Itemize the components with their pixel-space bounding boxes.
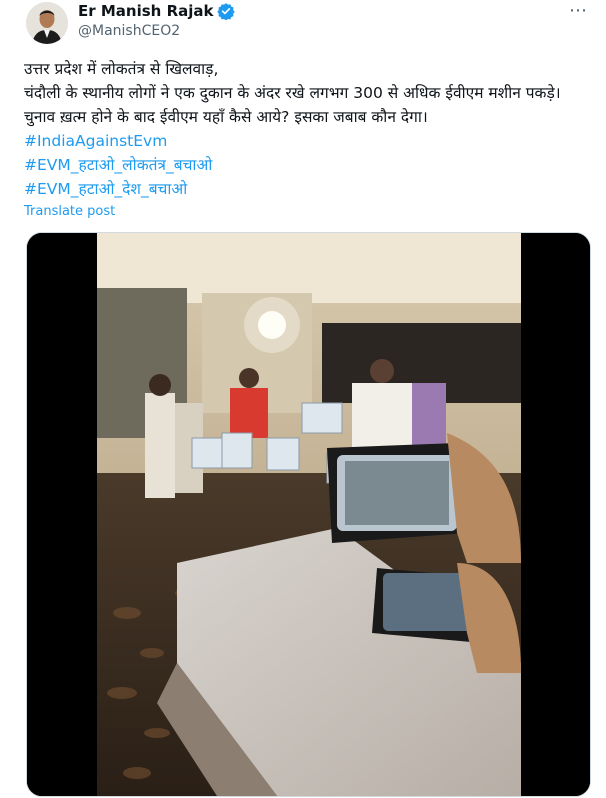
post-line: चंदौली के स्थानीय लोगों ने एक दुकान के अ… [24,84,561,126]
post-line: उत्तर प्रदेश में लोकतंत्र से खिलवाड़, [24,60,219,78]
author-display-name[interactable]: Er Manish Rajak [78,2,213,20]
post-text: उत्तर प्रदेश में लोकतंत्र से खिलवाड़, चं… [24,57,594,201]
author-handle[interactable]: @ManishCEO2 [78,23,180,39]
video-frame [27,233,590,796]
avatar[interactable] [26,2,68,44]
more-options-icon[interactable]: ⋯ [569,2,588,20]
hashtag-link[interactable]: #EVM_हटाओ_लोकतंत्र_बचाओ [24,153,594,177]
verified-badge-icon [217,3,236,20]
hashtag-link[interactable]: #EVM_हटाओ_देश_बचाओ [24,177,594,201]
post-video[interactable] [26,232,591,797]
translate-post-link[interactable]: Translate post [24,204,115,219]
author-name-row: Er Manish Rajak [78,2,236,20]
profile-photo [26,2,68,44]
hashtag-link[interactable]: #IndiaAgainstEvm [24,129,594,153]
